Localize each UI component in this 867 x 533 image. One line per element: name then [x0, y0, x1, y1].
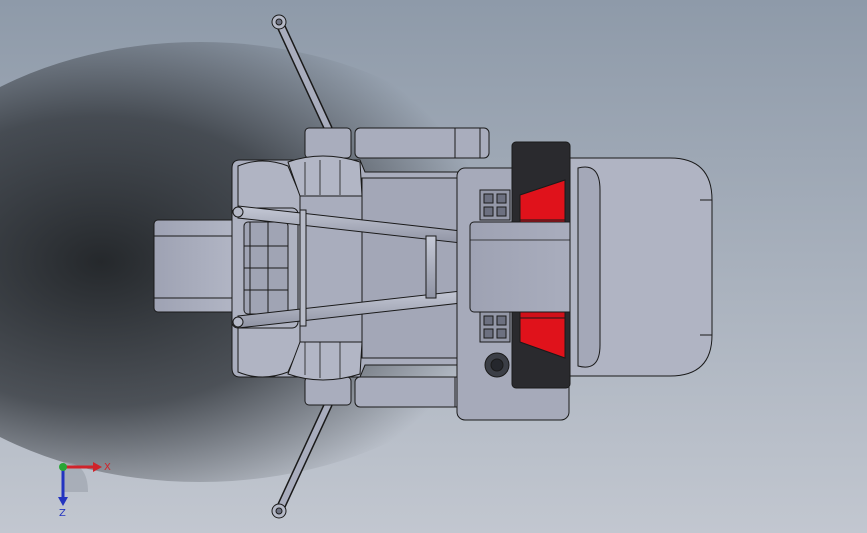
lower-wheel-cover[interactable]: [287, 341, 363, 381]
x-axis-label: X: [104, 462, 111, 473]
y-axis-dot-icon: [59, 463, 67, 471]
model-view[interactable]: [0, 0, 867, 533]
graphics-viewport[interactable]: X Z: [0, 0, 867, 533]
z-axis-arrow-icon: [58, 497, 68, 506]
floor-plate[interactable]: [361, 177, 458, 359]
z-axis-label: Z: [59, 508, 66, 519]
orientation-triad: X Z: [58, 462, 111, 519]
upper-wheel-cover[interactable]: [287, 155, 363, 197]
upper-fender[interactable]: [304, 127, 490, 159]
x-axis-arrow-icon: [93, 462, 102, 472]
